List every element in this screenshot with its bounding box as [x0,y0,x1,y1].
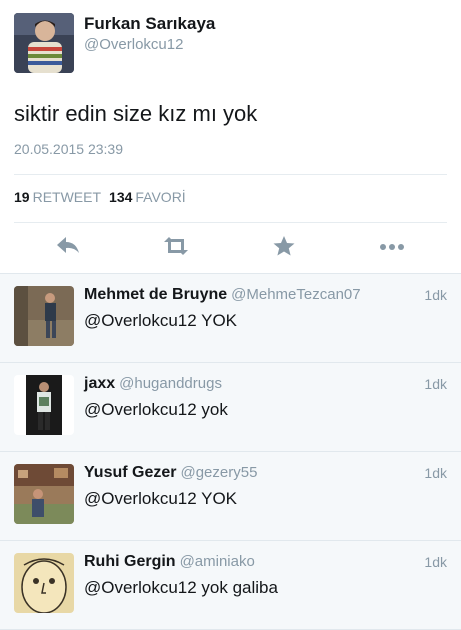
more-dots-icon [380,244,404,250]
tweet-actions [0,226,461,266]
reply-author[interactable]: Mehmet de Bruyne @MehmeTezcan07 [84,286,361,304]
more-button[interactable] [378,234,406,258]
reply-text: @Overlokcu12 yok galiba [84,578,278,597]
reply-author-handle[interactable]: @gezery55 [180,464,257,481]
divider [14,222,447,223]
reply-text: @Overlokcu12 YOK [84,311,238,330]
divider [14,174,447,175]
reply-author-name[interactable]: Mehmet de Bruyne [84,286,227,303]
reply-author[interactable]: Yusuf Gezer @gezery55 [84,464,257,482]
favorite-label[interactable]: FAVORİ [135,189,185,205]
author-name[interactable]: Furkan Sarıkaya [84,14,215,34]
reply-author-name[interactable]: jaxx [84,375,115,392]
reply-author-name[interactable]: Ruhi Gergin [84,553,176,570]
reply-item[interactable]: Yusuf Gezer @gezery55 1dk @Overlokcu12 YO… [0,452,461,541]
reply-time: 1dk [424,465,447,481]
retweet-label[interactable]: RETWEET [33,189,101,205]
tweet-text: siktir edin size kız mı yok [14,101,258,126]
tweet-stats: 19 RETWEET 134 FAVORİ [14,189,186,205]
author-handle[interactable]: @Overlokcu12 [84,36,183,53]
reply-author-handle[interactable]: @huganddrugs [119,375,222,392]
tweet-timestamp: 20.05.2015 23:39 [14,141,123,157]
reply-item[interactable]: Ruhi Gergin @aminiako 1dk @Overlokcu12 yo… [0,541,461,630]
reply-author-handle[interactable]: @MehmeTezcan07 [231,286,360,303]
reply-time: 1dk [424,554,447,570]
reply-author[interactable]: jaxx @huganddrugs [84,375,222,393]
reply-avatar[interactable] [14,286,74,346]
reply-item[interactable]: jaxx @huganddrugs 1dk @Overlokcu12 yok [0,363,461,452]
retweet-count[interactable]: 19 [14,189,30,205]
reply-time: 1dk [424,376,447,392]
reply-list: Mehmet de Bruyne @MehmeTezcan07 1dk @Over… [0,273,461,630]
retweet-button[interactable] [162,234,190,258]
reply-arrow-icon [57,237,79,253]
reply-text: @Overlokcu12 yok [84,400,228,419]
reply-avatar[interactable] [14,464,74,524]
favorite-count[interactable]: 134 [109,189,132,205]
author-avatar[interactable] [14,13,74,73]
reply-author-handle[interactable]: @aminiako [180,553,255,570]
reply-item[interactable]: Mehmet de Bruyne @MehmeTezcan07 1dk @Over… [0,274,461,363]
retweet-icon [164,237,188,255]
main-tweet: Furkan Sarıkaya @Overlokcu12 siktir edin… [0,0,461,273]
reply-text: @Overlokcu12 YOK [84,489,238,508]
reply-time: 1dk [424,287,447,303]
reply-avatar[interactable] [14,553,74,613]
reply-button[interactable] [54,234,82,258]
favorite-button[interactable] [270,234,298,258]
reply-avatar[interactable] [14,375,74,435]
reply-author[interactable]: Ruhi Gergin @aminiako [84,553,255,571]
reply-author-name[interactable]: Yusuf Gezer [84,464,176,481]
star-icon [273,236,295,256]
